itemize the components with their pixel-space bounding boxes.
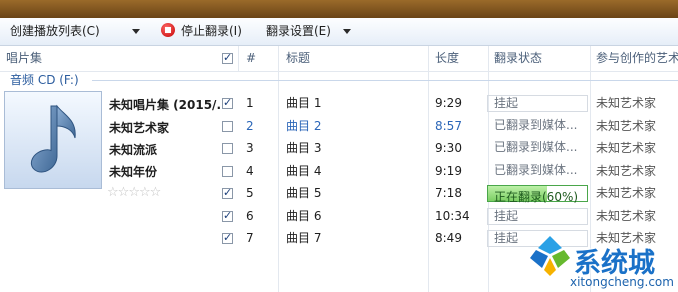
track-artist: 未知艺术家 (596, 141, 657, 155)
track-checkbox[interactable] (222, 231, 233, 244)
track-row[interactable]: 2 曲目 2 8:57 已翻录到媒体... 未知艺术家 (0, 115, 678, 138)
track-number: 6 (246, 208, 254, 223)
column-artist[interactable]: 参与创作的艺术 (596, 46, 678, 71)
track-length: 9:19 (435, 163, 462, 178)
track-checkbox[interactable] (222, 120, 233, 132)
track-title: 曲目 3 (286, 141, 322, 155)
rip-status: 已翻录到媒体... (494, 117, 578, 132)
stop-rip-label: 停止翻录(I) (181, 24, 242, 38)
track-number: 7 (246, 231, 254, 245)
stop-rip-button[interactable]: 停止翻录(I) (181, 18, 242, 45)
track-length: 10:34 (435, 208, 470, 223)
rip-status-box: 挂起 (487, 95, 588, 112)
track-row[interactable]: 5 曲目 5 7:18 正在翻录(60%) 未知艺术家 (0, 182, 678, 205)
rip-status: 挂起 (494, 208, 519, 223)
column-length[interactable]: 长度 (435, 46, 459, 71)
rip-progress-bar: 正在翻录(60%) (487, 185, 588, 204)
rip-status: 正在翻录(60%) (494, 190, 579, 204)
track-artist: 未知艺术家 (596, 118, 657, 133)
track-number: 2 (246, 118, 254, 133)
track-title: 曲目 4 (286, 163, 322, 178)
track-row[interactable]: 4 曲目 4 9:19 已翻录到媒体... 未知艺术家 (0, 160, 678, 183)
track-checkbox[interactable] (222, 165, 233, 177)
rip-status: 已翻录到媒体... (494, 162, 578, 177)
create-playlist-button[interactable]: 创建播放列表(C) (10, 18, 100, 45)
watermark-logo (530, 236, 570, 276)
track-artist: 未知艺术家 (596, 163, 657, 178)
track-title: 曲目 6 (286, 208, 322, 223)
track-title: 曲目 1 (286, 96, 322, 110)
rip-status-box: 挂起 (487, 207, 588, 225)
track-artist: 未知艺术家 (596, 96, 657, 110)
rip-status-box: 已翻录到媒体... (487, 140, 588, 157)
rip-status: 挂起 (494, 231, 519, 245)
rip-settings-button[interactable]: 翻录设置(E) (266, 18, 351, 45)
rip-status-box: 已翻录到媒体... (487, 163, 588, 180)
column-header: 唱片集 # 标题 长度 翻录状态 参与创作的艺术 (0, 46, 678, 72)
track-row[interactable]: 6 曲目 6 10:34 挂起 未知艺术家 (0, 205, 678, 228)
track-number: 5 (246, 186, 254, 200)
track-length: 9:30 (435, 141, 462, 155)
track-row[interactable]: 1 曲目 1 9:29 挂起 未知艺术家 (0, 92, 678, 115)
track-number: 4 (246, 163, 254, 178)
column-album[interactable]: 唱片集 (6, 46, 42, 71)
column-title[interactable]: 标题 (286, 46, 310, 71)
stop-icon (161, 23, 175, 37)
track-length: 7:18 (435, 186, 462, 200)
track-length: 8:57 (435, 118, 462, 133)
chevron-down-icon (132, 29, 140, 34)
track-checkbox[interactable] (222, 96, 233, 109)
group-title: 音频 CD (F:) (10, 73, 79, 87)
rip-settings-label: 翻录设置(E) (266, 24, 331, 38)
chevron-down-icon (342, 29, 351, 34)
rip-status: 已翻录到媒体... (494, 140, 578, 154)
column-divider (238, 46, 239, 71)
rip-status-box: 已翻录到媒体... (487, 118, 588, 135)
select-all-checkbox[interactable] (222, 51, 233, 64)
track-title: 曲目 5 (286, 186, 322, 200)
track-artist: 未知艺术家 (596, 186, 657, 200)
track-number: 3 (246, 141, 254, 155)
track-row[interactable]: 3 曲目 3 9:30 已翻录到媒体... 未知艺术家 (0, 137, 678, 160)
toolbar: 创建播放列表(C) 停止翻录(I) 翻录设置(E) (0, 18, 678, 46)
track-number: 1 (246, 96, 254, 110)
create-playlist-dropdown[interactable] (132, 18, 140, 45)
track-checkbox[interactable] (222, 143, 233, 154)
watermark-url: xitongcheng.com (570, 275, 674, 289)
track-title: 曲目 2 (286, 118, 322, 133)
track-artist: 未知艺术家 (596, 208, 657, 223)
group-divider (92, 80, 678, 81)
rip-status: 挂起 (494, 96, 519, 110)
window-top-strip (0, 0, 678, 18)
track-length: 9:29 (435, 96, 462, 110)
track-checkbox[interactable] (222, 186, 233, 199)
track-checkbox[interactable] (222, 209, 233, 222)
track-length: 8:49 (435, 231, 462, 245)
column-rip-status[interactable]: 翻录状态 (494, 46, 542, 71)
create-playlist-label: 创建播放列表(C) (10, 24, 100, 38)
track-title: 曲目 7 (286, 231, 322, 245)
column-num[interactable]: # (246, 46, 256, 71)
